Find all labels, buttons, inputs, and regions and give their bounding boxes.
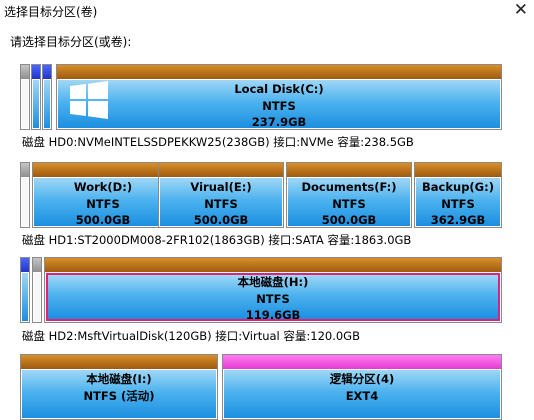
partition-fs: NTFS [262, 98, 296, 113]
partition-i[interactable]: 本地磁盘(I:) NTFS (活动) [20, 354, 218, 420]
partition-size: 500.0GB [321, 213, 377, 227]
reserved-partition[interactable] [32, 257, 42, 323]
partition-fs: NTFS [441, 196, 475, 211]
partition-name: Documents(F:) [301, 180, 397, 194]
small-partition[interactable] [31, 64, 41, 130]
disk-hd1: Work(D:) NTFS 500.0GB Virual(E:) NTFS 50… [20, 162, 502, 250]
partition-name: Local Disk(C:) [234, 82, 324, 96]
partition-fs: NTFS [86, 196, 120, 211]
partition-size: 362.9GB [430, 213, 486, 227]
partition-name: Work(D:) [73, 180, 133, 194]
partition-g[interactable]: Backup(G:) NTFS 362.9GB [414, 162, 502, 228]
partition-name: 逻辑分区(4) [329, 372, 395, 386]
system-partition[interactable] [20, 64, 30, 130]
partition-fs: EXT4 [345, 388, 379, 403]
disk-hd3: 本地磁盘(I:) NTFS (活动) 逻辑分区(4) EXT4 [20, 354, 502, 420]
title-bar: 选择目标分区(卷) ✕ [0, 0, 534, 24]
close-icon[interactable]: ✕ [514, 0, 528, 20]
small-partition[interactable] [42, 64, 52, 130]
partition-name: 本地磁盘(I:) [86, 372, 152, 386]
disk-caption: 磁盘 HD1:ST2000DM008-2FR102(1863GB) 接口:SAT… [22, 233, 412, 247]
partition-fs: NTFS [204, 196, 238, 211]
disk-hd2: 本地磁盘(H:) NTFS 119.6GB 磁盘 HD2:MsftVirtual… [20, 257, 502, 345]
partition-name: Virual(E:) [190, 180, 252, 194]
partition-fs: NTFS (活动) [83, 388, 155, 403]
partition-name: Backup(G:) [422, 180, 494, 194]
partition-d[interactable]: Work(D:) NTFS 500.0GB [32, 162, 174, 228]
small-partition[interactable] [20, 257, 30, 323]
disk-hd0: Local Disk(C:) NTFS 237.9GB 磁盘 HD0:NVMeI… [20, 64, 502, 152]
partition-fs: NTFS [332, 196, 366, 211]
prompt-label: 请选择目标分区(或卷): [10, 35, 132, 49]
partition-size: 237.9GB [251, 115, 307, 129]
disk-caption: 磁盘 HD2:MsftVirtualDisk(120GB) 接口:Virtual… [22, 329, 360, 343]
partition-size: 500.0GB [193, 213, 249, 227]
partition-fs: NTFS [256, 291, 290, 306]
partition-logical-4[interactable]: 逻辑分区(4) EXT4 [222, 354, 502, 420]
partition-h[interactable]: 本地磁盘(H:) NTFS 119.6GB [44, 257, 502, 323]
partition-f[interactable]: Documents(F:) NTFS 500.0GB [286, 162, 412, 228]
disk-caption: 磁盘 HD0:NVMeINTELSSDPEKKW25(238GB) 接口:NVM… [22, 135, 414, 149]
partition-c[interactable]: Local Disk(C:) NTFS 237.9GB [56, 64, 502, 130]
reserved-partition[interactable] [20, 162, 30, 228]
partition-e[interactable]: Virual(E:) NTFS 500.0GB [158, 162, 284, 228]
partition-size: 500.0GB [75, 213, 131, 227]
partition-name: 本地磁盘(H:) [237, 275, 309, 289]
partition-size: 119.6GB [245, 308, 301, 322]
window-title: 选择目标分区(卷) [4, 5, 98, 19]
